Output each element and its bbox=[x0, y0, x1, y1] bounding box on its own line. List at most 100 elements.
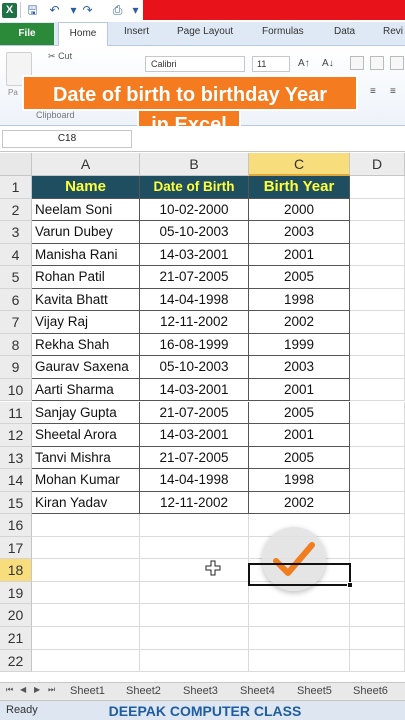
table-cell[interactable]: 2005 bbox=[249, 266, 350, 289]
table-header-cell[interactable]: Name bbox=[32, 176, 140, 199]
table-cell[interactable]: Kavita Bhatt bbox=[32, 288, 140, 312]
table-cell[interactable]: 2000 bbox=[249, 198, 350, 222]
print-preview-icon[interactable]: ⎙ bbox=[110, 3, 125, 18]
redo-icon[interactable]: ↷ bbox=[80, 3, 95, 18]
empty-cell[interactable] bbox=[249, 627, 350, 650]
row-header-8[interactable]: 8 bbox=[0, 333, 32, 357]
empty-cell[interactable] bbox=[140, 559, 249, 582]
active-cell-selection[interactable] bbox=[248, 563, 351, 586]
align-middle-icon[interactable] bbox=[370, 56, 384, 70]
table-cell[interactable]: Varun Dubey bbox=[32, 221, 140, 244]
table-cell[interactable]: 1999 bbox=[249, 333, 350, 357]
empty-cell[interactable] bbox=[140, 536, 249, 560]
table-cell[interactable]: 05-10-2003 bbox=[140, 356, 249, 379]
next-sheet-icon[interactable]: ▶ bbox=[34, 685, 40, 694]
column-header-b[interactable]: B bbox=[140, 153, 249, 176]
row-header-4[interactable]: 4 bbox=[0, 243, 32, 267]
font-name-select[interactable]: Calibri bbox=[145, 56, 245, 72]
empty-cell[interactable] bbox=[140, 649, 249, 673]
empty-cell[interactable] bbox=[32, 627, 140, 650]
table-cell[interactable]: 2001 bbox=[249, 378, 350, 402]
row-header-14[interactable]: 14 bbox=[0, 469, 32, 492]
tab-sheet3[interactable]: Sheet3 bbox=[183, 685, 218, 697]
row-header-21[interactable]: 21 bbox=[0, 627, 32, 650]
name-box[interactable]: C18 bbox=[2, 130, 132, 148]
table-cell[interactable]: Sanjay Gupta bbox=[32, 401, 140, 425]
table-cell[interactable]: 2001 bbox=[249, 424, 350, 447]
column-header-c[interactable]: C bbox=[249, 153, 350, 176]
empty-cell[interactable] bbox=[32, 581, 140, 605]
table-cell[interactable]: 14-03-2001 bbox=[140, 378, 249, 402]
empty-cell[interactable] bbox=[350, 356, 405, 379]
tab-page-layout[interactable]: Page Layout bbox=[177, 26, 233, 37]
tab-formulas[interactable]: Formulas bbox=[262, 26, 304, 37]
empty-cell[interactable] bbox=[350, 627, 405, 650]
table-cell[interactable]: 16-08-1999 bbox=[140, 333, 249, 357]
row-header-20[interactable]: 20 bbox=[0, 604, 32, 627]
table-header-cell[interactable]: Birth Year bbox=[249, 176, 350, 199]
table-cell[interactable]: 14-03-2001 bbox=[140, 424, 249, 447]
empty-cell[interactable] bbox=[350, 446, 405, 470]
tab-insert[interactable]: Insert bbox=[124, 26, 149, 37]
tab-sheet1[interactable]: Sheet1 bbox=[70, 685, 105, 697]
tab-sheet6[interactable]: Sheet6 bbox=[353, 685, 388, 697]
row-header-9[interactable]: 9 bbox=[0, 356, 32, 379]
cut-button[interactable]: ✂ Cut bbox=[48, 51, 72, 62]
align-bottom-icon[interactable] bbox=[390, 56, 404, 70]
empty-cell[interactable] bbox=[350, 401, 405, 425]
table-cell[interactable]: 2001 bbox=[249, 243, 350, 267]
row-header-18[interactable]: 18 bbox=[0, 559, 32, 582]
grow-font-icon[interactable]: A↑ bbox=[298, 58, 310, 69]
empty-cell[interactable] bbox=[350, 176, 405, 199]
prev-sheet-icon[interactable]: ◀ bbox=[20, 685, 26, 694]
table-cell[interactable]: Aarti Sharma bbox=[32, 378, 140, 402]
tab-review[interactable]: Revi bbox=[383, 26, 403, 37]
table-cell[interactable]: 14-04-1998 bbox=[140, 288, 249, 312]
table-cell[interactable]: 1998 bbox=[249, 469, 350, 492]
tab-file[interactable]: File bbox=[0, 23, 54, 45]
row-header-11[interactable]: 11 bbox=[0, 401, 32, 425]
align-top-icon[interactable] bbox=[350, 56, 364, 70]
table-cell[interactable]: Manisha Rani bbox=[32, 243, 140, 267]
empty-cell[interactable] bbox=[350, 536, 405, 560]
row-header-12[interactable]: 12 bbox=[0, 424, 32, 447]
empty-cell[interactable] bbox=[140, 604, 249, 627]
font-size-select[interactable]: 11 bbox=[252, 56, 290, 72]
row-header-3[interactable]: 3 bbox=[0, 221, 32, 244]
table-cell[interactable]: Rekha Shah bbox=[32, 333, 140, 357]
table-cell[interactable]: Neelam Soni bbox=[32, 198, 140, 222]
last-sheet-icon[interactable]: ⏭ bbox=[48, 685, 55, 695]
row-header-1[interactable]: 1 bbox=[0, 176, 32, 199]
column-header-d[interactable]: D bbox=[350, 153, 405, 176]
table-cell[interactable]: 05-10-2003 bbox=[140, 221, 249, 244]
empty-cell[interactable] bbox=[350, 243, 405, 267]
empty-cell[interactable] bbox=[249, 604, 350, 627]
empty-cell[interactable] bbox=[249, 649, 350, 673]
row-header-10[interactable]: 10 bbox=[0, 378, 32, 402]
tab-data[interactable]: Data bbox=[334, 26, 355, 37]
tab-sheet4[interactable]: Sheet4 bbox=[240, 685, 275, 697]
table-cell[interactable]: Rohan Patil bbox=[32, 266, 140, 289]
align-right-icon[interactable]: ≡ bbox=[390, 86, 396, 97]
empty-cell[interactable] bbox=[32, 604, 140, 627]
table-cell[interactable]: 14-03-2001 bbox=[140, 243, 249, 267]
empty-cell[interactable] bbox=[350, 581, 405, 605]
table-cell[interactable]: Tanvi Mishra bbox=[32, 446, 140, 470]
row-header-15[interactable]: 15 bbox=[0, 491, 32, 515]
empty-cell[interactable] bbox=[32, 559, 140, 582]
empty-cell[interactable] bbox=[140, 581, 249, 605]
empty-cell[interactable] bbox=[32, 536, 140, 560]
table-cell[interactable]: 14-04-1998 bbox=[140, 469, 249, 492]
empty-cell[interactable] bbox=[32, 514, 140, 537]
table-cell[interactable]: 2002 bbox=[249, 491, 350, 515]
empty-cell[interactable] bbox=[350, 424, 405, 447]
table-cell[interactable]: 21-07-2005 bbox=[140, 446, 249, 470]
table-cell[interactable]: 12-11-2002 bbox=[140, 491, 249, 515]
table-cell[interactable]: 12-11-2002 bbox=[140, 311, 249, 334]
empty-cell[interactable] bbox=[350, 221, 405, 244]
table-cell[interactable]: Gaurav Saxena bbox=[32, 356, 140, 379]
row-header-6[interactable]: 6 bbox=[0, 288, 32, 312]
align-center-icon[interactable]: ≡ bbox=[370, 86, 376, 97]
row-header-2[interactable]: 2 bbox=[0, 198, 32, 222]
table-header-cell[interactable]: Date of Birth bbox=[140, 176, 249, 199]
